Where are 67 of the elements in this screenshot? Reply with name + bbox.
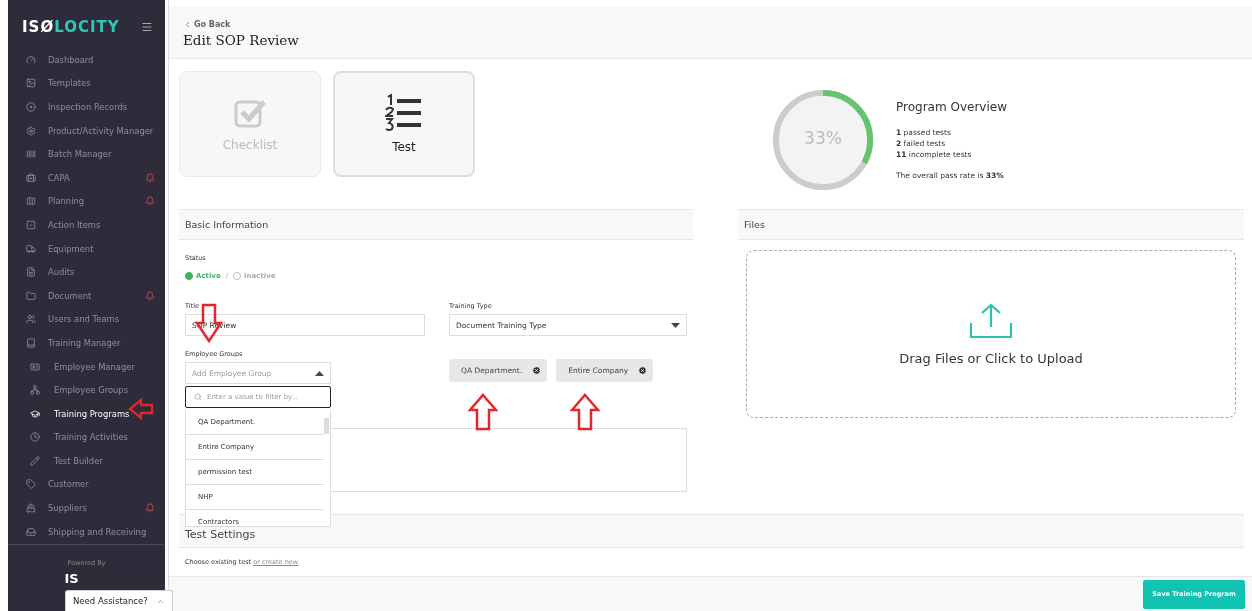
upload-text: Drag Files or Click to Upload xyxy=(899,350,1083,366)
tag-icon xyxy=(26,479,36,490)
sidebar-item[interactable]: Training Programs xyxy=(8,401,165,426)
remove-icon[interactable] xyxy=(532,365,542,375)
section-header: Basic Information xyxy=(179,209,693,241)
sidebar-item[interactable]: Training Activities xyxy=(8,425,165,450)
sidebar-item[interactable]: Equipment xyxy=(8,236,165,261)
graduation-cap-icon xyxy=(30,408,40,419)
program-type-card[interactable]: Test xyxy=(333,71,475,178)
section-header: Files xyxy=(738,209,1244,241)
pass-rate-reading: 33% xyxy=(803,128,843,149)
users-icon xyxy=(26,314,36,325)
hierarchy-icon xyxy=(30,385,40,396)
document-icon xyxy=(26,267,36,278)
medical-bag-icon xyxy=(26,172,36,183)
map-icon xyxy=(26,196,36,207)
clock-icon xyxy=(30,432,40,443)
logo: ISØLOCITY xyxy=(22,18,120,36)
caret-up-icon xyxy=(315,370,324,376)
upload-area[interactable]: Drag Files or Click to Upload xyxy=(746,250,1236,419)
book-icon xyxy=(26,337,36,348)
disc-icon xyxy=(26,102,36,112)
sidebar-item[interactable]: Dashboard xyxy=(8,48,165,72)
checkbox-icon xyxy=(26,219,36,230)
sidebar-item[interactable]: Action Items xyxy=(8,213,165,237)
id-card-icon xyxy=(30,361,40,372)
sidebar-item[interactable]: Inspection Records xyxy=(8,95,165,119)
sidebar-item[interactable]: Employee Groups xyxy=(8,378,165,402)
search-icon xyxy=(194,393,202,402)
sidebar-item[interactable]: Training Manager xyxy=(8,331,165,355)
menu-icon[interactable] xyxy=(141,21,153,33)
chevron-left-icon xyxy=(183,20,192,29)
sidebar-item[interactable]: Templates xyxy=(8,71,165,96)
sidebar-item[interactable]: Shipping and Receiving xyxy=(8,519,165,544)
folder-icon xyxy=(26,290,36,301)
picture-icon xyxy=(26,78,36,89)
sidebar-item[interactable]: CAPA xyxy=(8,165,165,190)
sidebar-item[interactable]: Customer xyxy=(8,472,165,497)
footer-logo: IS xyxy=(64,571,79,586)
upload-icon xyxy=(968,302,1014,339)
sidebar-item[interactable]: Suppliers xyxy=(8,496,165,520)
sidebar-item[interactable]: Product/Activity Manager xyxy=(8,118,165,143)
sidebar-item[interactable]: Employee Manager xyxy=(8,354,165,379)
barcode-icon xyxy=(26,149,36,160)
sidebar-item[interactable]: Planning xyxy=(8,189,165,214)
truck-icon xyxy=(26,243,36,254)
scrollbar-thumb[interactable] xyxy=(324,418,329,435)
overview-title: Program Overview xyxy=(896,100,1007,115)
sidebar-item[interactable]: Batch Manager xyxy=(8,142,165,166)
sidebar-item[interactable]: Users and Teams xyxy=(8,307,165,332)
numbered-list-icon xyxy=(385,94,423,133)
remove-icon[interactable] xyxy=(638,365,648,375)
gauge-icon xyxy=(26,54,36,65)
page-title: Edit SOP Review xyxy=(183,32,300,48)
annotation-arrow xyxy=(570,393,600,432)
sidebar-item[interactable]: Test Builder xyxy=(8,449,165,473)
annotation-arrow xyxy=(128,398,154,420)
pencil-icon xyxy=(30,455,40,466)
help-button[interactable]: Need Assistance? xyxy=(65,590,173,611)
annotation-arrow xyxy=(468,393,498,432)
ship-icon xyxy=(26,503,36,514)
sidebar-item[interactable]: Audits xyxy=(8,260,165,284)
caret-down-icon xyxy=(671,322,680,328)
gear-icon xyxy=(26,125,36,136)
tray-icon xyxy=(26,526,36,537)
go-back-link[interactable]: Go Back xyxy=(183,20,1252,29)
sidebar-item[interactable]: Document xyxy=(8,283,165,308)
